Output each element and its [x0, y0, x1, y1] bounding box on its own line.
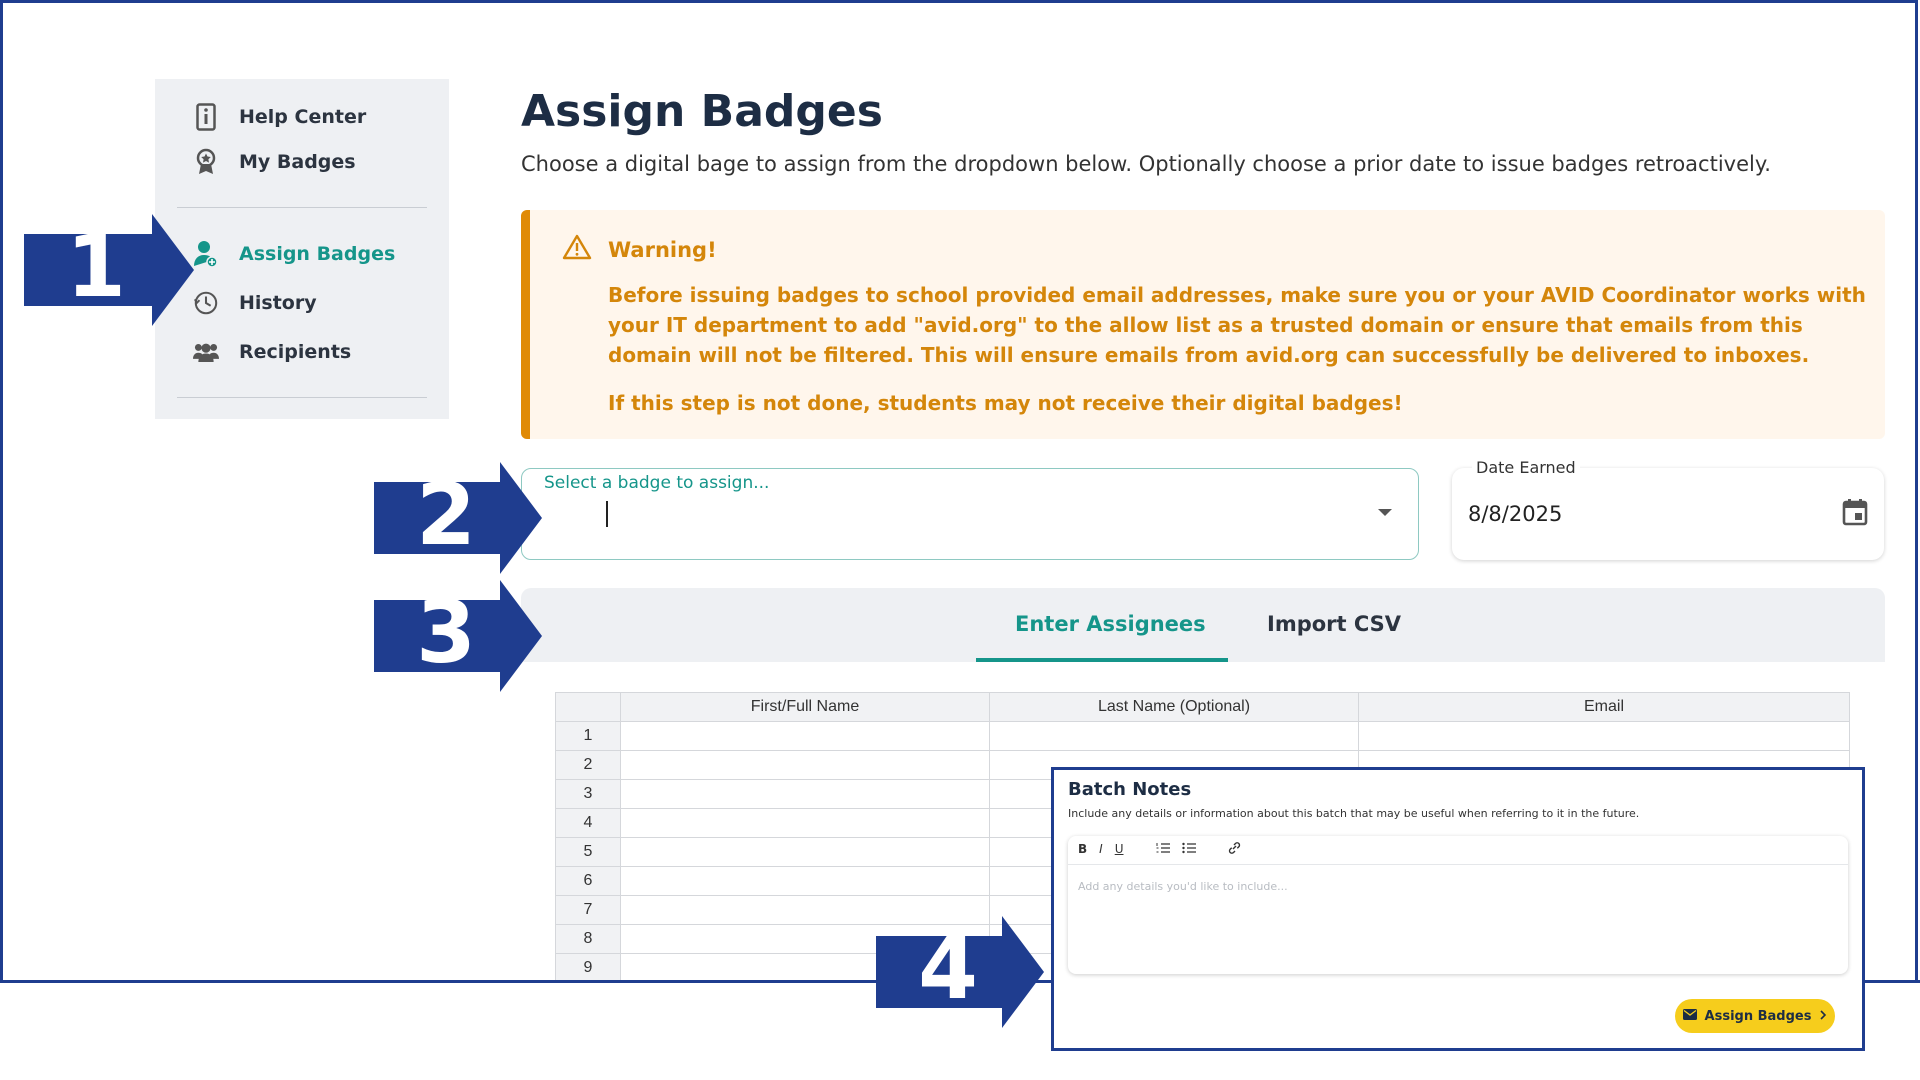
row-number: 3 [555, 779, 621, 809]
editor-divider [1068, 864, 1848, 865]
warning-note: If this step is not done, students may n… [608, 391, 1403, 415]
column-header: First/Full Name [620, 692, 990, 722]
callout-arrow-2: 2 [374, 462, 542, 574]
batch-notes-description: Include any details or information about… [1068, 807, 1640, 820]
warning-heading: Warning! [608, 237, 717, 262]
assign-badges-button[interactable]: Assign Badges [1675, 999, 1835, 1033]
warning-body: Before issuing badges to school provided… [608, 283, 1866, 367]
page-subtitle: Choose a digital bage to assign from the… [521, 152, 1771, 176]
mail-icon [1682, 1008, 1697, 1024]
sidebar-divider [177, 207, 427, 208]
row-number-header [555, 692, 621, 722]
editor-toolbar: B I U [1078, 842, 1241, 857]
first-name-cell[interactable] [620, 808, 990, 838]
callout-number: 2 [416, 465, 476, 565]
sidebar-item-assign-badges[interactable]: Assign Badges [193, 240, 395, 268]
first-name-cell[interactable] [620, 779, 990, 809]
tab-import-csv[interactable]: Import CSV [1267, 612, 1401, 636]
sidebar-item-label: Recipients [239, 341, 352, 363]
sidebar-item-label: History [239, 292, 317, 314]
badge-select[interactable]: Select a badge to assign... [521, 468, 1419, 560]
bold-button[interactable]: B [1078, 842, 1087, 857]
row-number: 2 [555, 750, 621, 780]
calendar-icon[interactable] [1842, 498, 1868, 530]
column-header: Last Name (Optional) [989, 692, 1359, 722]
batch-notes-panel: Batch Notes Include any details or infor… [1051, 767, 1865, 1051]
row-number: 9 [555, 953, 621, 983]
tab-enter-assignees[interactable]: Enter Assignees [1015, 612, 1206, 636]
last-name-cell[interactable] [989, 721, 1359, 751]
row-number: 6 [555, 866, 621, 896]
chevron-down-icon[interactable] [1378, 509, 1392, 516]
sidebar-item-my-badges[interactable]: My Badges [193, 148, 356, 176]
callout-arrow-3: 3 [374, 580, 542, 692]
row-number: 4 [555, 808, 621, 838]
sidebar-item-help-center[interactable]: Help Center [193, 103, 366, 131]
users-icon [193, 338, 219, 366]
batch-notes-placeholder: Add any details you'd like to include... [1078, 880, 1288, 893]
text-cursor [606, 501, 608, 527]
underline-button[interactable]: U [1115, 842, 1124, 857]
first-name-cell[interactable] [620, 866, 990, 896]
first-name-cell[interactable] [620, 721, 990, 751]
callout-arrow-4: 4 [876, 916, 1044, 1028]
sidebar: Help Center My Badges Assign Badges Hist… [155, 79, 449, 419]
award-icon [193, 148, 219, 176]
callout-number: 3 [416, 583, 476, 683]
date-earned-field[interactable]: 8/8/2025 [1452, 468, 1884, 560]
badge-select-label: Select a badge to assign... [544, 473, 770, 493]
grid-header-row: First/Full Name Last Name (Optional) Ema… [555, 692, 1850, 722]
batch-notes-title: Batch Notes [1068, 779, 1192, 800]
sidebar-item-label: My Badges [239, 151, 356, 173]
italic-button[interactable]: I [1099, 842, 1103, 857]
assign-badges-button-label: Assign Badges [1704, 1008, 1812, 1024]
first-name-cell[interactable] [620, 750, 990, 780]
user-add-icon [193, 240, 219, 268]
bullet-list-icon[interactable] [1181, 842, 1196, 857]
warning-banner: Warning! Before issuing badges to school… [521, 210, 1885, 439]
ordered-list-icon[interactable] [1156, 842, 1170, 857]
row-number: 1 [555, 721, 621, 751]
callout-number: 4 [918, 919, 978, 1019]
warning-heading-row: Warning! [562, 234, 717, 265]
callout-number: 1 [66, 217, 126, 317]
sidebar-item-history[interactable]: History [193, 289, 317, 317]
sidebar-item-label: Help Center [239, 106, 367, 128]
column-header: Email [1358, 692, 1850, 722]
sidebar-item-recipients[interactable]: Recipients [193, 338, 351, 366]
row-number: 8 [555, 924, 621, 954]
date-earned-label: Date Earned [1472, 458, 1580, 477]
row-number: 5 [555, 837, 621, 867]
sidebar-item-label: Assign Badges [239, 243, 396, 265]
first-name-cell[interactable] [620, 837, 990, 867]
email-cell[interactable] [1358, 721, 1850, 751]
clock-history-icon [193, 289, 219, 317]
chevron-right-icon [1819, 1009, 1827, 1024]
table-row: 1 [555, 721, 1850, 751]
page-title: Assign Badges [521, 86, 883, 137]
row-number: 7 [555, 895, 621, 925]
date-earned-value: 8/8/2025 [1468, 502, 1563, 526]
batch-notes-editor[interactable]: B I U Add any details you'd like to incl… [1068, 836, 1848, 974]
info-icon [193, 103, 219, 131]
warning-icon [562, 234, 592, 265]
callout-arrow-1: 1 [24, 214, 194, 326]
sidebar-divider [177, 397, 427, 398]
link-icon[interactable] [1228, 842, 1241, 857]
